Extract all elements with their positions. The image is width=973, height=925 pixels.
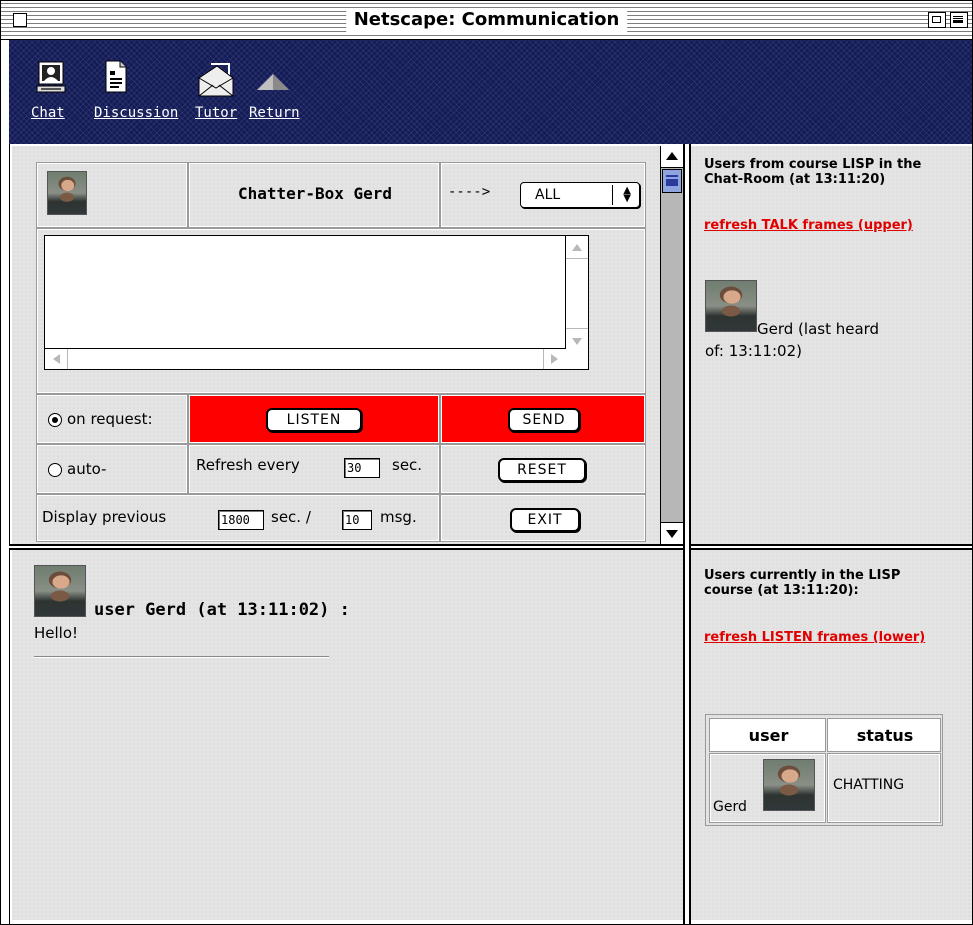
talk-user-line1: Gerd (last heard — [757, 320, 880, 338]
send-button[interactable]: SEND — [508, 408, 580, 432]
zoom-box-icon[interactable] — [928, 12, 946, 28]
browser-window: Netscape: Communication Chat Discussion … — [0, 0, 973, 925]
message-avatar — [34, 565, 86, 617]
document-icon — [105, 60, 127, 93]
recipient-arrow: ----> — [448, 184, 491, 200]
chevron-updown-icon: ▲ ▼ — [623, 185, 631, 204]
scroll-up-arrow-icon[interactable] — [572, 244, 582, 251]
on-request-radio[interactable] — [48, 413, 62, 427]
column-header: user — [748, 726, 789, 745]
nav-tutor[interactable]: Tutor — [195, 58, 237, 122]
display-seconds-unit: sec. / — [271, 508, 311, 526]
display-messages-input[interactable]: 10 — [342, 510, 372, 530]
scroll-thumb[interactable] — [662, 169, 682, 193]
chatter-box-title: Chatter-Box Gerd — [237, 184, 393, 203]
exit-cell: EXIT — [440, 494, 646, 542]
scroll-down-arrow-icon[interactable] — [572, 338, 582, 345]
refresh-unit: sec. — [392, 456, 423, 474]
nav-return[interactable]: Return — [249, 58, 300, 122]
nav-label-return: Return — [249, 105, 300, 121]
scroll-left-arrow-icon[interactable] — [53, 354, 60, 364]
refresh-talk-link[interactable]: refresh TALK frames (upper) — [704, 218, 929, 233]
message-divider — [34, 656, 329, 658]
textarea-vertical-scrollbar[interactable] — [565, 236, 588, 351]
refresh-listen-link[interactable]: refresh LISTEN frames (lower) — [704, 630, 929, 645]
nav-label-chat: Chat — [31, 105, 65, 121]
column-header: status — [856, 726, 914, 745]
listen-button[interactable]: LISTEN — [266, 408, 362, 432]
message-cell — [36, 228, 646, 394]
course-users-header: Users currently in the LISP course (at 1… — [704, 568, 901, 598]
chat-form: Chatter-Box Gerd ----> ALL ▲ ▼ on reques… — [36, 162, 646, 542]
talk-frame-scrollbar[interactable] — [660, 146, 683, 544]
refresh-label: Refresh every — [196, 456, 300, 474]
title-bar[interactable]: Netscape: Communication — [1, 1, 972, 40]
talk-frame: Chatter-Box Gerd ----> ALL ▲ ▼ on reques… — [12, 146, 660, 544]
nav-label-discussion: Discussion — [94, 105, 179, 121]
nav-chat[interactable]: Chat — [31, 58, 73, 122]
scroll-up-arrow-icon[interactable] — [661, 146, 683, 168]
listen-cell: LISTEN — [188, 394, 440, 444]
table-user-name: Gerd — [713, 799, 747, 815]
send-cell: SEND — [440, 394, 646, 444]
scroll-track[interactable] — [661, 168, 683, 522]
talk-users-header: Users from course LISP in the Chat-Room … — [704, 157, 922, 187]
window-left-edge — [1, 40, 10, 924]
window-title: Netscape: Communication — [345, 8, 628, 32]
reset-cell: RESET — [440, 444, 646, 494]
users-table: user status Gerd CHATTING — [705, 714, 943, 826]
frame-divider-vertical[interactable] — [683, 144, 691, 924]
reset-button[interactable]: RESET — [498, 458, 586, 482]
refresh-seconds-input[interactable]: 30 — [344, 458, 380, 478]
scroll-line — [543, 349, 544, 369]
chat-icon — [36, 61, 66, 93]
auto-radio[interactable] — [48, 463, 62, 477]
exit-button[interactable]: EXIT — [510, 508, 580, 532]
envelope-icon — [198, 63, 234, 97]
talk-users-frame: Users from course LISP in the Chat-Room … — [691, 146, 972, 544]
message-textarea[interactable] — [44, 235, 589, 370]
status-badge: CHATTING — [833, 777, 905, 793]
recipient-select-value: ALL — [535, 187, 561, 203]
display-cell: Display previous 1800 sec. / 10 msg. — [36, 494, 440, 542]
navigation-bar: Chat Discussion Tutor Return — [9, 40, 972, 144]
table-cell-status: CHATTING — [827, 753, 941, 823]
table-header-status: status — [827, 718, 941, 752]
user-avatar — [705, 280, 757, 332]
scroll-line — [67, 349, 68, 369]
display-label: Display previous — [42, 508, 167, 526]
textarea-horizontal-scrollbar[interactable] — [45, 348, 566, 369]
close-box-icon[interactable] — [13, 13, 27, 27]
message-header: user Gerd (at 13:11:02) : — [94, 600, 350, 620]
table-header-user: user — [709, 718, 826, 752]
refresh-cell: Refresh every 30 sec. — [188, 444, 440, 494]
nav-label-tutor: Tutor — [195, 105, 238, 121]
display-seconds-input[interactable]: 1800 — [218, 510, 264, 530]
scroll-down-arrow-icon[interactable] — [661, 522, 683, 544]
listen-frame: user Gerd (at 13:11:02) : Hello! — [12, 550, 683, 920]
auto-label: auto- — [67, 460, 107, 478]
on-request-label: on request: — [67, 410, 153, 428]
auto-cell: auto- — [36, 444, 188, 494]
up-arrow-icon — [257, 74, 289, 90]
talk-user-line2: of: 13:11:02) — [705, 342, 802, 360]
user-avatar — [47, 171, 87, 215]
scroll-line — [566, 328, 588, 329]
select-divider — [612, 185, 613, 205]
nav-discussion[interactable]: Discussion — [94, 58, 178, 122]
course-users-frame: Users currently in the LISP course (at 1… — [691, 550, 972, 920]
on-request-cell: on request: — [36, 394, 188, 444]
table-user-avatar — [763, 759, 815, 811]
message-text: Hello! — [34, 624, 79, 642]
scroll-right-arrow-icon[interactable] — [551, 354, 558, 364]
recipient-cell: ----> ALL ▲ ▼ — [440, 162, 646, 228]
table-cell-user: Gerd — [709, 753, 826, 823]
title-cell: Chatter-Box Gerd — [188, 162, 440, 228]
display-messages-unit: msg. — [380, 508, 417, 526]
avatar-cell — [36, 162, 188, 228]
recipient-select[interactable]: ALL ▲ ▼ — [520, 182, 640, 208]
collapse-box-icon[interactable] — [950, 12, 968, 28]
scroll-line — [566, 258, 588, 259]
